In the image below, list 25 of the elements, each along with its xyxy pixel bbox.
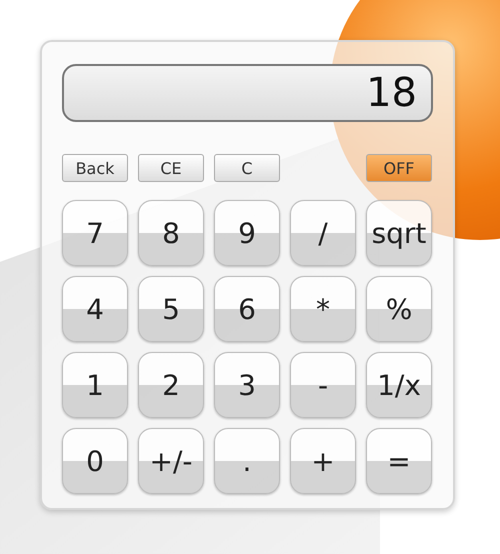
calculator-key[interactable]: sqrt: [366, 200, 432, 266]
calculator-key[interactable]: 3: [214, 352, 280, 418]
calculator-key[interactable]: 1: [62, 352, 128, 418]
calculator-key[interactable]: 9: [214, 200, 280, 266]
calculator-key[interactable]: 4: [62, 276, 128, 342]
calculator-key[interactable]: *: [290, 276, 356, 342]
calculator-key[interactable]: %: [366, 276, 432, 342]
display-field: 18: [62, 64, 433, 122]
function-button[interactable]: CE: [138, 154, 204, 182]
calculator-key[interactable]: 0: [62, 428, 128, 494]
calculator-key[interactable]: +: [290, 428, 356, 494]
function-button[interactable]: OFF: [366, 154, 432, 182]
function-button[interactable]: Back: [62, 154, 128, 182]
calculator-key[interactable]: 2: [138, 352, 204, 418]
calculator-key[interactable]: -: [290, 352, 356, 418]
calculator-key[interactable]: .: [214, 428, 280, 494]
calculator-key[interactable]: /: [290, 200, 356, 266]
calculator-key[interactable]: =: [366, 428, 432, 494]
calculator-key[interactable]: 1/x: [366, 352, 432, 418]
function-button[interactable]: C: [214, 154, 280, 182]
calculator-key[interactable]: +/-: [138, 428, 204, 494]
calculator-key[interactable]: 8: [138, 200, 204, 266]
calculator-key[interactable]: 6: [214, 276, 280, 342]
calculator-key[interactable]: 5: [138, 276, 204, 342]
calculator-key[interactable]: 7: [62, 200, 128, 266]
